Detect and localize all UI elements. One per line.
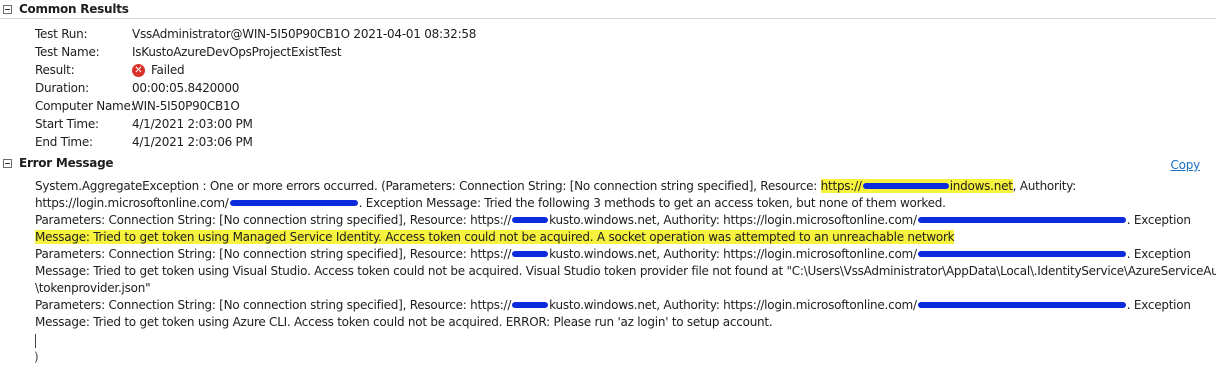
error-text: , Authority: [1012, 179, 1077, 193]
error-message-title: Error Message [19, 156, 114, 170]
text-cursor [35, 334, 36, 348]
error-text: Message: Tried to get token using Manage… [35, 230, 955, 244]
error-text: . Exception [1126, 213, 1191, 227]
error-line-6: Message: Tried to get token using Visual… [35, 262, 1216, 280]
field-label: Start Time: [35, 117, 99, 131]
error-text: https:// [820, 179, 862, 193]
common-results-title: Common Results [19, 2, 129, 16]
redaction-mark [862, 182, 949, 189]
failed-x-icon: ✕ [132, 63, 145, 77]
redaction-mark [917, 250, 1126, 257]
field-end-time: End Time: 4/1/2021 2:03:06 PM [35, 133, 253, 151]
field-value: 00:00:05.8420000 [132, 81, 240, 95]
redaction-mark [229, 199, 358, 206]
highlighted-resource: https:// indows.net [820, 179, 1013, 193]
error-text: kusto.windows.net, Authority: https://lo… [549, 247, 917, 261]
error-text: Parameters: Connection String: [No conne… [35, 298, 512, 312]
field-value: IsKustoAzureDevOpsProjectExistTest [132, 45, 342, 59]
error-text: . Exception [1126, 247, 1191, 261]
error-text: Parameters: Connection String: [No conne… [35, 213, 512, 227]
redaction-mark [917, 216, 1126, 223]
error-line-5: Parameters: Connection String: [No conne… [35, 245, 1191, 263]
field-test-name: Test Name: IsKustoAzureDevOpsProjectExis… [35, 43, 342, 61]
error-line-1: System.AggregateException : One or more … [35, 177, 1076, 195]
error-text: kusto.windows.net, Authority: https://lo… [549, 298, 917, 312]
field-computer-name: Computer Name: WIN-5I50P90CB1O [35, 97, 240, 115]
redaction-mark [512, 250, 549, 257]
header-divider [0, 18, 1216, 19]
error-line-8: Parameters: Connection String: [No conne… [35, 296, 1191, 314]
error-text: \tokenprovider.json" [35, 281, 151, 295]
field-start-time: Start Time: 4/1/2021 2:03:00 PM [35, 115, 253, 133]
error-text: Message: Tried to get token using Azure … [35, 315, 773, 329]
common-results-header[interactable]: Common Results [0, 0, 129, 18]
copy-link[interactable]: Copy [1171, 158, 1201, 172]
error-line-2: https://login.microsoftonline.com/ . Exce… [35, 194, 946, 212]
error-text: System.AggregateException : One or more … [35, 179, 821, 193]
field-label: Result: [35, 63, 75, 77]
field-value: Failed [151, 63, 185, 77]
field-label: Test Run: [35, 27, 88, 41]
redaction-mark [512, 216, 549, 223]
field-value: VssAdministrator@WIN-5I50P90CB1O 2021-04… [132, 27, 477, 41]
error-text: indows.net [949, 179, 1013, 193]
field-value: 4/1/2021 2:03:00 PM [132, 117, 253, 131]
collapse-icon[interactable] [3, 4, 12, 14]
redaction-mark [512, 301, 549, 308]
error-text: kusto.windows.net, Authority: https://lo… [549, 213, 917, 227]
field-duration: Duration: 00:00:05.8420000 [35, 79, 239, 97]
error-text: Message: Tried to get token using Visual… [35, 264, 1216, 278]
field-label: Computer Name: [35, 99, 135, 113]
error-line-9: Message: Tried to get token using Azure … [35, 313, 773, 331]
closing-paren: ) [34, 350, 39, 364]
error-line-7: \tokenprovider.json" [35, 279, 151, 297]
error-line-3: Parameters: Connection String: [No conne… [35, 211, 1191, 229]
field-label: Test Name: [35, 45, 100, 59]
field-label: End Time: [35, 135, 93, 149]
redaction-mark [917, 301, 1126, 308]
field-label: Duration: [35, 81, 89, 95]
error-line-4: Message: Tried to get token using Manage… [35, 228, 955, 246]
error-text: . Exception [1126, 298, 1191, 312]
field-result: Result: ✕ Failed [35, 61, 185, 79]
error-text: https://login.microsoftonline.com/ [35, 196, 229, 210]
field-test-run: Test Run: VssAdministrator@WIN-5I50P90CB… [35, 25, 476, 43]
error-text: . Exception Message: Tried the following… [358, 196, 946, 210]
error-message-header[interactable]: Error Message [0, 154, 114, 172]
collapse-icon[interactable] [3, 158, 12, 168]
error-text: Parameters: Connection String: [No conne… [35, 247, 512, 261]
field-value: 4/1/2021 2:03:06 PM [132, 135, 253, 149]
field-value: WIN-5I50P90CB1O [132, 99, 240, 113]
